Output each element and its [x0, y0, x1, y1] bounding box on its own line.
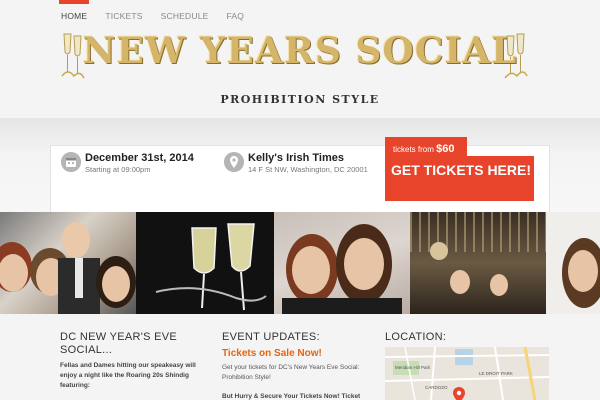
venue-name: Kelly's Irish Times: [248, 152, 344, 164]
updates-title: EVENT UPDATES:: [222, 331, 320, 343]
nav-faq[interactable]: FAQ: [218, 0, 254, 30]
party-photo-1: [0, 212, 136, 314]
about-text: Fellas and Dames hitting our speakeasy w…: [60, 362, 196, 389]
location-title: LOCATION:: [385, 331, 447, 343]
map-label: LE DROIT PARK: [479, 371, 513, 376]
get-tickets-button[interactable]: GET TICKETS HERE!: [385, 156, 534, 201]
event-time: Starting at 09:00pm: [85, 165, 151, 174]
event-subtitle: PROHIBITION STYLE: [220, 93, 380, 106]
ticket-from-label: tickets from: [393, 145, 434, 154]
map-marker-icon[interactable]: [453, 387, 465, 400]
updates-headline[interactable]: Tickets on Sale Now!: [222, 348, 322, 359]
map-label: CARDOZO: [425, 385, 448, 390]
party-photo-5: [546, 212, 600, 314]
ticket-price: $60: [436, 143, 455, 155]
ticket-price-tab: tickets from $60: [385, 137, 467, 157]
event-date: December 31st, 2014: [85, 152, 194, 164]
calendar-icon: [61, 152, 81, 172]
updates-text: Get your tickets for DC's New Years Eve …: [222, 364, 360, 381]
party-photo-2: [136, 212, 274, 314]
nav-home[interactable]: HOME: [52, 0, 96, 30]
venue-address: 14 F St NW, Washington, DC 20001: [248, 165, 368, 174]
nav-tickets[interactable]: TICKETS: [96, 0, 151, 30]
nav-schedule[interactable]: SCHEDULE: [152, 0, 218, 30]
main-nav: HOME TICKETS SCHEDULE FAQ: [0, 0, 600, 30]
photo-strip: [0, 212, 600, 314]
updates-text-2: But Hurry & Secure Your Tickets Now! Tic…: [222, 393, 361, 400]
location-pin-icon: [224, 152, 244, 172]
event-title: NEW YEARS SOCIAL: [82, 30, 518, 72]
party-photo-3: [274, 212, 410, 314]
location-map[interactable]: Meridian Hill Park CARDOZO LE DROIT PARK: [385, 347, 549, 400]
about-title: DC NEW YEAR'S EVE SOCIAL...: [60, 331, 178, 356]
map-label: Meridian Hill Park: [395, 365, 431, 370]
party-photo-4: [410, 212, 546, 314]
